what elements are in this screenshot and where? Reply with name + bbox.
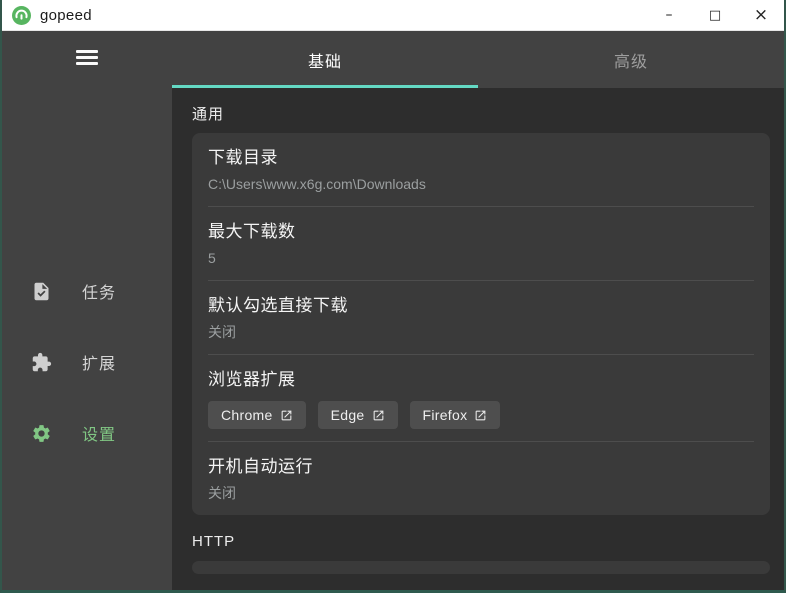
minimize-button[interactable]: – <box>646 0 692 30</box>
open-in-new-icon <box>476 410 486 420</box>
extension-buttons: Chrome Edge Firefox <box>208 401 754 429</box>
button-label: Chrome <box>221 407 273 423</box>
tab-advanced[interactable]: 高级 <box>478 31 784 88</box>
chrome-extension-button[interactable]: Chrome <box>208 401 306 429</box>
section-header-general: 通用 <box>192 106 225 123</box>
settings-content: 通用 下载目录 C:\Users\www.x6g.com\Downloads 最… <box>172 88 784 590</box>
open-in-new-icon <box>281 410 291 420</box>
firefox-extension-button[interactable]: Firefox <box>409 401 501 429</box>
button-label: Firefox <box>422 407 468 423</box>
open-in-new-icon <box>373 410 383 420</box>
window-controls: – □ × <box>646 0 784 30</box>
close-button[interactable]: × <box>738 0 784 30</box>
http-settings-card-clipped <box>192 561 770 574</box>
active-tab-indicator <box>172 85 478 88</box>
menu-hamburger-icon[interactable] <box>67 44 107 70</box>
main-panel: 基础 高级 通用 下载目录 C:\Users\www.x6g.com\Downl… <box>172 31 784 590</box>
setting-title: 最大下载数 <box>208 222 296 241</box>
sidebar-item-label: 设置 <box>82 427 117 444</box>
setting-value: 关闭 <box>208 324 236 340</box>
sidebar-item-tasks[interactable]: 任务 <box>2 270 172 312</box>
sidebar-item-settings[interactable]: 设置 <box>2 412 172 454</box>
general-settings-card: 下载目录 C:\Users\www.x6g.com\Downloads 最大下载… <box>192 133 770 515</box>
setting-value: 关闭 <box>208 485 236 501</box>
setting-title: 开机自动运行 <box>208 457 313 476</box>
settings-tabbar: 基础 高级 <box>172 31 784 88</box>
puzzle-icon <box>32 352 52 371</box>
sidebar-item-extensions[interactable]: 扩展 <box>2 341 172 383</box>
maximize-button[interactable]: □ <box>692 0 738 30</box>
app-body: 任务 扩展 设置 基础 高级 通用 下载目录 C:\Users\www.x6g.… <box>2 31 784 590</box>
sidebar: 任务 扩展 设置 <box>2 31 172 590</box>
sidebar-item-label: 任务 <box>82 285 117 302</box>
setting-row-max-downloads[interactable]: 最大下载数 5 <box>192 207 770 280</box>
sidebar-item-label: 扩展 <box>82 356 117 373</box>
setting-value: 5 <box>208 250 216 266</box>
edge-extension-button[interactable]: Edge <box>317 401 398 429</box>
setting-row-browser-extensions: 浏览器扩展 Chrome Edge Firefox <box>192 355 770 441</box>
setting-title: 浏览器扩展 <box>208 370 296 389</box>
titlebar: gopeed – □ × <box>2 0 784 31</box>
setting-title: 下载目录 <box>208 148 278 167</box>
gopeed-logo-icon <box>12 5 31 25</box>
setting-value: C:\Users\www.x6g.com\Downloads <box>208 176 426 192</box>
setting-title: 默认勾选直接下载 <box>208 296 348 315</box>
button-label: Edge <box>330 407 365 423</box>
task-file-icon <box>34 282 49 300</box>
setting-row-direct-download[interactable]: 默认勾选直接下载 关闭 <box>192 281 770 354</box>
setting-row-download-dir[interactable]: 下载目录 C:\Users\www.x6g.com\Downloads <box>192 133 770 206</box>
gear-icon <box>33 424 50 442</box>
app-window: gopeed – □ × 任务 扩展 设置 基础 高级 通用 下载目录 C:\U… <box>0 0 786 593</box>
tab-basic[interactable]: 基础 <box>172 31 478 88</box>
setting-row-autostart[interactable]: 开机自动运行 关闭 <box>192 442 770 515</box>
section-header-http: HTTP <box>192 533 236 550</box>
sidebar-nav: 任务 扩展 设置 <box>2 270 172 483</box>
app-title: gopeed <box>40 6 92 24</box>
